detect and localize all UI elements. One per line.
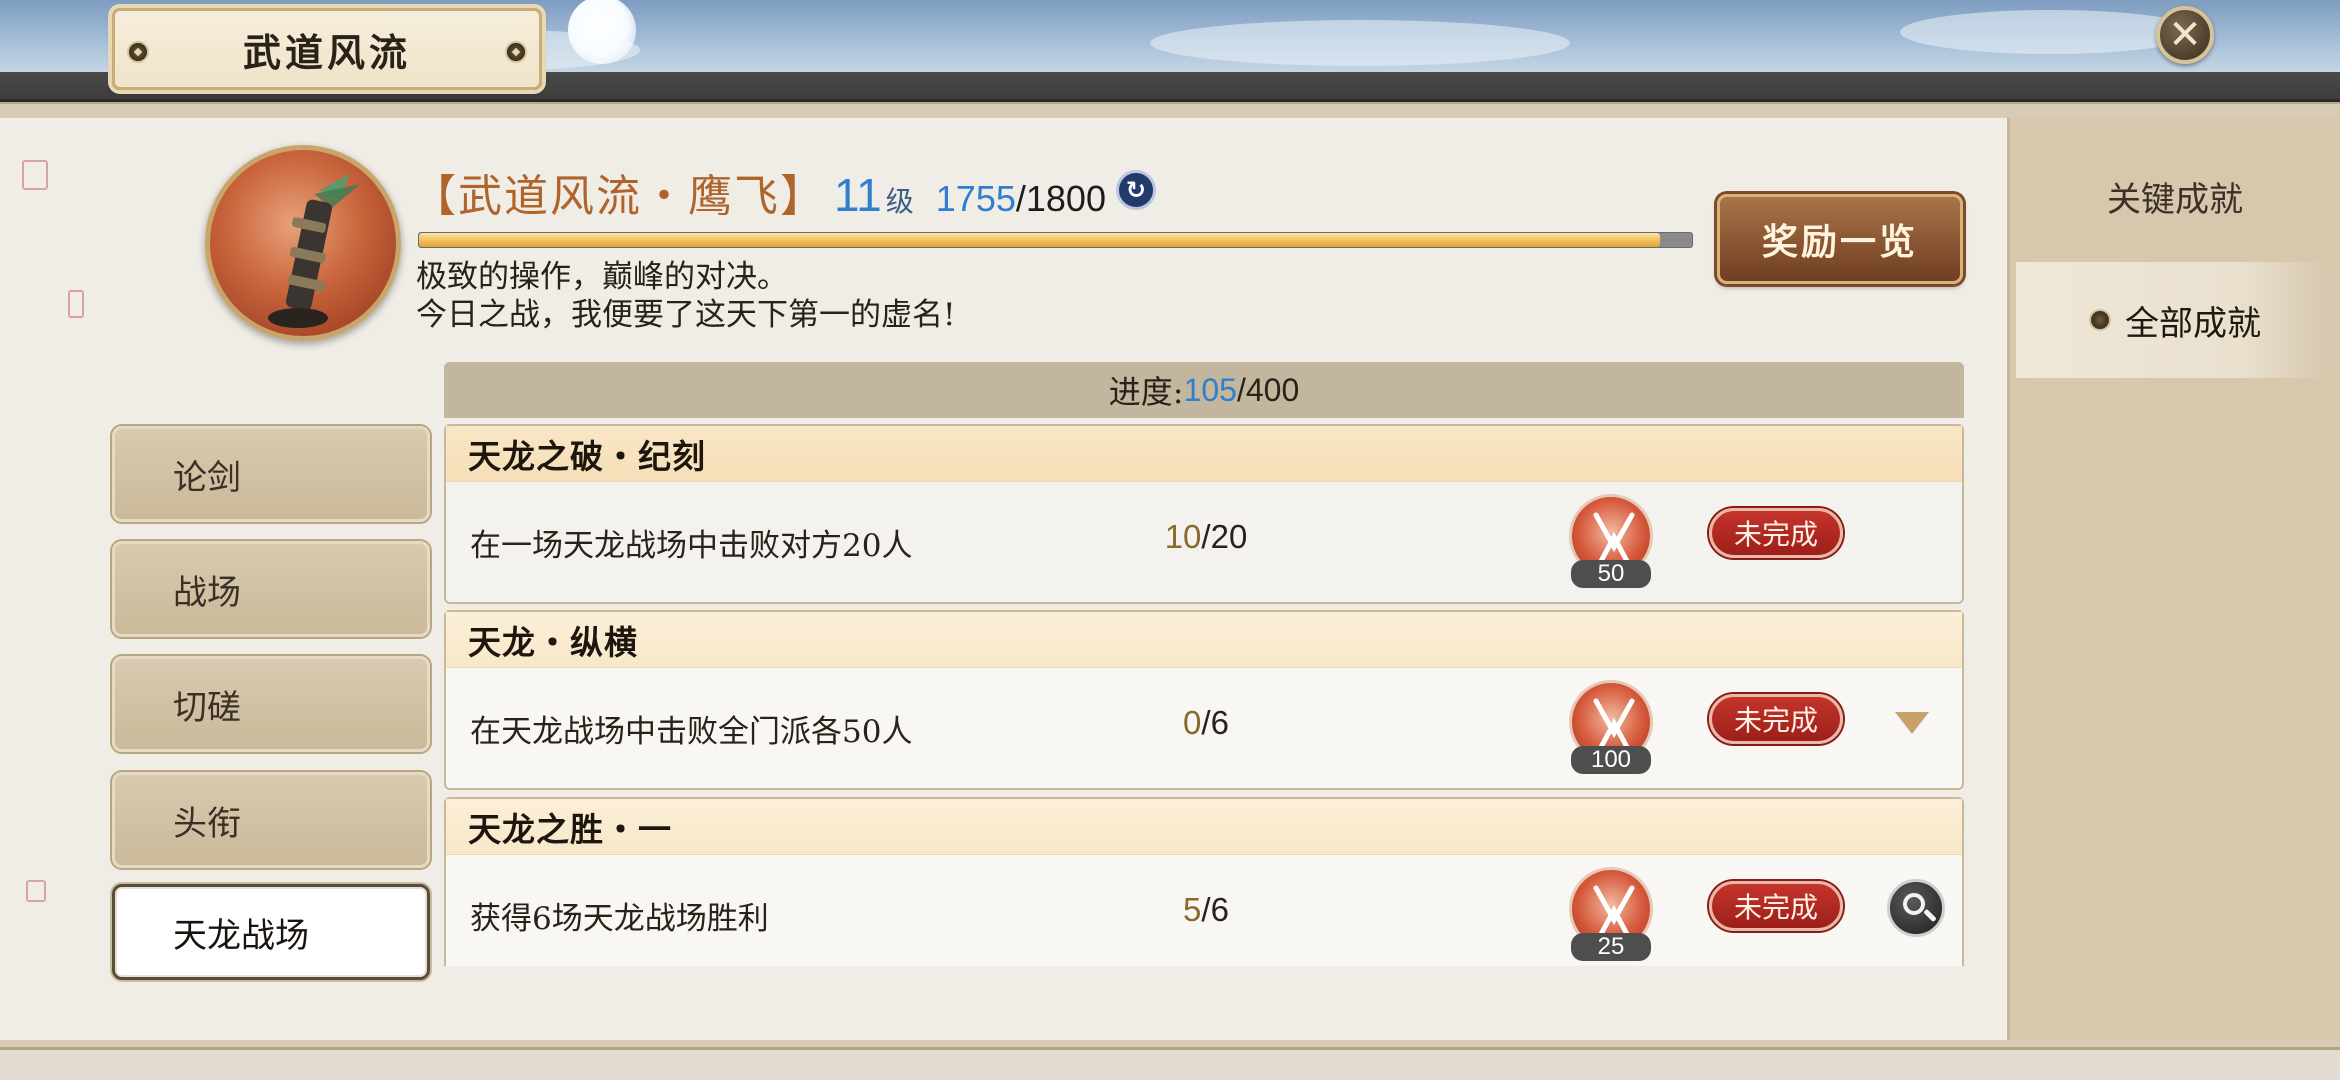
rank-avatar: [205, 145, 401, 341]
category-tab-battlefield[interactable]: 战场: [112, 541, 430, 637]
category-tab-tianlong-battlefield[interactable]: 天龙战场: [112, 884, 430, 980]
achievement-item[interactable]: 天龙・纵横 在天龙战场中击败全门派各50人 0/6 100 未完成: [444, 610, 1964, 790]
progress-max: /6: [1201, 704, 1229, 741]
progress-max: /20: [1201, 518, 1248, 555]
selected-knot-icon: [2089, 309, 2111, 331]
bottom-strip: [0, 1047, 2340, 1080]
progress-current: 10: [1164, 518, 1202, 555]
reward-list-button[interactable]: 奖励一览: [1717, 194, 1963, 284]
close-button[interactable]: ✕: [2156, 6, 2214, 64]
achievement-title: 天龙之破・纪刻: [446, 426, 1962, 482]
rank-description: 极致的操作，巅峰的对决。 今日之战，我便要了这天下第一的虚名!: [416, 258, 1316, 334]
window-title-plaque: 武道风流: [112, 8, 542, 90]
refresh-icon[interactable]: ↻: [1115, 170, 1156, 210]
achievement-progress: 0/6: [1146, 704, 1266, 742]
category-label: 切磋: [173, 687, 241, 728]
status-badge: 未完成: [1709, 694, 1843, 744]
progress-label: 进度:: [1108, 373, 1184, 411]
progress-current: 5: [1183, 891, 1202, 928]
cloud-decoration: [1150, 20, 1570, 66]
category-label: 战场: [173, 572, 241, 613]
sword-hilt-icon: [268, 174, 360, 328]
progress-current: 0: [1183, 704, 1202, 741]
level-unit: 级: [885, 185, 914, 218]
achievement-progress: 5/6: [1146, 891, 1266, 929]
rank-name: 【武道风流・鹰飞】: [412, 171, 826, 222]
seal-decoration: [26, 880, 46, 902]
achievement-description: 获得6场天龙战场胜利: [470, 901, 769, 937]
search-icon[interactable]: [1887, 879, 1945, 937]
achievement-title: 天龙・纵横: [446, 612, 1962, 668]
progress-current: 105: [1183, 371, 1237, 408]
window-title: 武道风流: [242, 29, 411, 75]
seal-decoration: [22, 160, 48, 190]
tab-key-achievements[interactable]: 关键成就: [2016, 138, 2334, 254]
category-tab-title[interactable]: 头衔: [112, 772, 430, 868]
exp-progress-fill: [419, 233, 1661, 247]
achievement-list[interactable]: 天龙之破・纪刻 在一场天龙战场中击败对方20人 10/20 50 未完成 天龙・…: [444, 424, 1964, 966]
progress-max: /400: [1236, 371, 1300, 408]
reward-count: 100: [1571, 746, 1651, 774]
knot-icon: [127, 41, 149, 63]
achievement-description: 在一场天龙战场中击败对方20人: [470, 528, 913, 564]
description-line: 极致的操作，巅峰的对决。: [416, 259, 788, 295]
achievement-description: 在天龙战场中击败全门派各50人: [470, 714, 913, 750]
seal-decoration: [68, 290, 84, 318]
category-label: 头衔: [173, 803, 241, 844]
tab-label: 全部成就: [2125, 303, 2261, 344]
level-number: 11: [834, 169, 882, 221]
close-icon: ✕: [2168, 12, 2202, 58]
reward-count: 50: [1571, 560, 1651, 588]
refresh-glyph: ↻: [1125, 176, 1147, 204]
category-progress: 进度: 105 /400: [444, 362, 1964, 418]
knot-icon: [505, 41, 527, 63]
status-badge: 未完成: [1709, 508, 1843, 558]
progress-max: /6: [1201, 891, 1229, 928]
description-line: 今日之战，我便要了这天下第一的虚名!: [416, 297, 956, 333]
tab-label: 关键成就: [2107, 179, 2243, 220]
exp-current: 1755: [935, 178, 1016, 219]
status-badge: 未完成: [1709, 881, 1843, 931]
category-label: 论剑: [173, 457, 241, 498]
achievement-item[interactable]: 天龙之胜・一 获得6场天龙战场胜利 5/6 25 未完成: [444, 797, 1964, 966]
achievement-title: 天龙之胜・一: [446, 799, 1962, 855]
exp-progress-bar: [418, 232, 1693, 248]
rank-level-line: 【武道风流・鹰飞】 11 级 1755 /1800 ↻: [412, 160, 1156, 222]
exp-max: /1800: [1015, 178, 1106, 219]
reward-count: 25: [1571, 933, 1651, 961]
achievement-item[interactable]: 天龙之破・纪刻 在一场天龙战场中击败对方20人 10/20 50 未完成: [444, 424, 1964, 604]
tab-all-achievements[interactable]: 全部成就: [2016, 262, 2334, 378]
category-tab-lunjian[interactable]: 论剑: [112, 426, 430, 522]
category-label: 天龙战场: [173, 915, 309, 956]
achievement-progress: 10/20: [1146, 518, 1266, 556]
cloud-decoration: [1900, 10, 2200, 54]
category-tab-spar[interactable]: 切磋: [112, 656, 430, 752]
right-tab-panel: [2010, 118, 2340, 1040]
chevron-down-icon[interactable]: [1895, 712, 1929, 734]
